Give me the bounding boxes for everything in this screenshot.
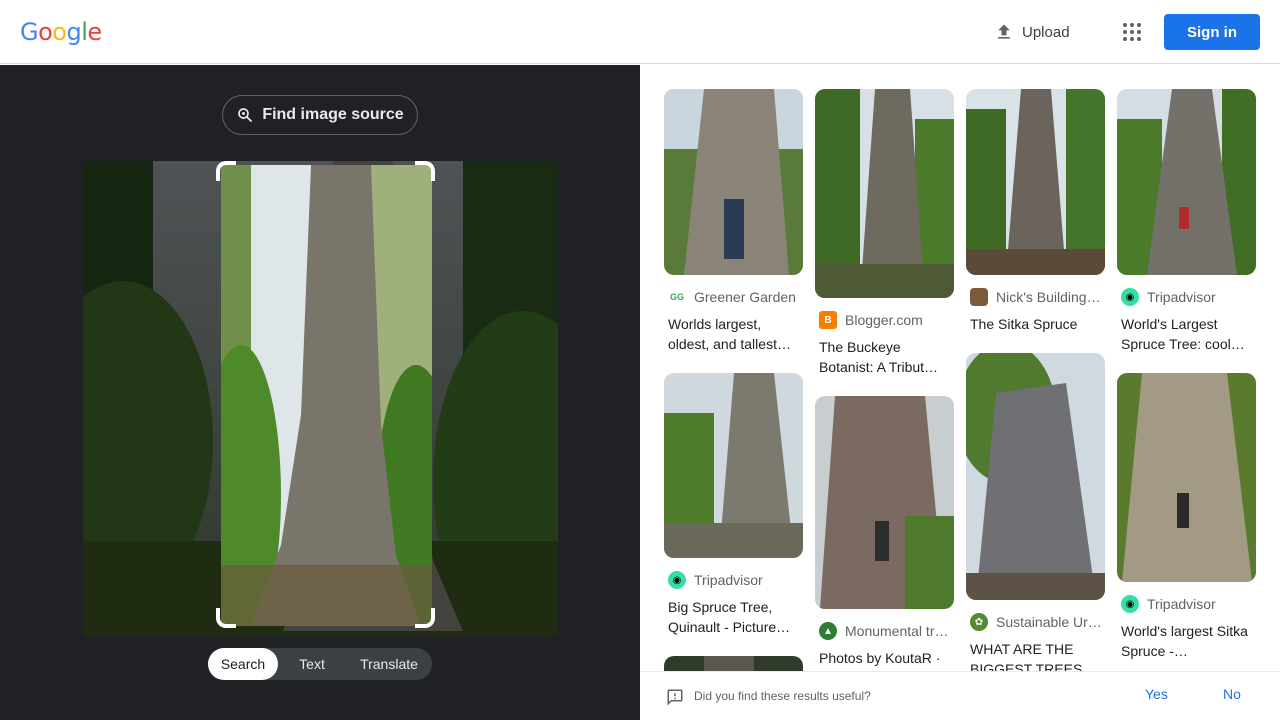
visual-matches-pane: GG Greener Garden Worlds largest, oldest… [640,65,1280,720]
result-title[interactable]: World's Largest Spruce Tree: cool… [1121,314,1255,354]
logo-letter: G [20,18,39,46]
upload-button[interactable]: Upload [982,14,1082,50]
result-card[interactable]: GG Greener Garden Worlds largest, oldest… [664,89,803,354]
greener-garden-icon: GG [669,292,684,302]
result-thumbnail[interactable] [1117,89,1256,275]
tripadvisor-icon: ◉ [1121,595,1139,613]
logo-letter: g [66,18,82,46]
google-logo[interactable]: Google [20,18,102,46]
upload-label: Upload [1022,23,1070,41]
uploaded-photo [83,161,558,636]
result-title[interactable]: World's largest Sitka Spruce -… [1121,621,1255,661]
crop-handle-top-right[interactable] [415,161,435,181]
result-card[interactable]: ✿ Sustainable Ur… WHAT ARE THE BIGGEST T… [966,353,1105,679]
feedback-yes-button[interactable]: Yes [1145,686,1168,702]
lens-search-icon [238,108,253,122]
result-thumbnail[interactable] [664,89,803,275]
crop-handle-bottom-left[interactable] [216,608,236,628]
nicks-building-icon [970,288,988,306]
result-source: ◉ Tripadvisor [1121,288,1256,306]
result-card[interactable]: B Blogger.com The Buckeye Botanist: A Tr… [815,89,954,377]
result-title[interactable]: The Sitka Spruce [970,314,1104,334]
tripadvisor-icon: ◉ [1121,288,1139,306]
feedback-icon [667,689,683,706]
crop-handle-top-left[interactable] [216,161,236,181]
result-source: Nick's Building… [970,288,1105,306]
result-title[interactable]: Worlds largest, oldest, and tallest… [668,314,802,354]
tab-text[interactable]: Text [278,648,346,680]
feedback-no-button[interactable]: No [1223,686,1241,702]
top-bar: Google Upload Sign in [0,0,1280,64]
find-image-source-button[interactable]: Find image source [222,95,418,135]
crop-selection-area[interactable] [221,165,432,626]
result-source: ◉ Tripadvisor [668,571,803,589]
sign-in-button[interactable]: Sign in [1164,14,1260,50]
logo-letter: e [87,18,102,46]
result-card[interactable]: ▲ Monumental tr… Photos by KoutaR · [815,396,954,668]
feedback-question: Did you find these results useful? [694,689,871,703]
result-card[interactable]: ◉ Tripadvisor World's Largest Spruce Tre… [1117,89,1256,354]
result-title[interactable]: Big Spruce Tree, Quinault - Picture… [668,597,802,637]
crop-handle-bottom-right[interactable] [415,608,435,628]
result-thumbnail[interactable] [966,89,1105,275]
upload-icon [998,24,1010,39]
apps-grid-icon [1123,23,1141,41]
result-card[interactable]: Nick's Building… The Sitka Spruce [966,89,1105,334]
result-source: ◉ Tripadvisor [1121,595,1256,613]
result-source: B Blogger.com [819,311,954,329]
find-image-source-label: Find image source [262,106,404,123]
google-apps-button[interactable] [1114,14,1150,50]
result-thumbnail[interactable] [664,373,803,558]
result-source: ▲ Monumental tr… [819,622,954,640]
feedback-bar: Did you find these results useful? Yes N… [640,671,1280,720]
logo-letter: o [38,18,53,46]
sustainable-urban-icon: ✿ [970,613,988,631]
logo-letter: o [52,18,67,46]
blogger-icon: B [819,311,837,329]
lens-image-pane: Find image source Search Text Translate [0,65,640,720]
tab-translate[interactable]: Translate [346,648,432,680]
lens-mode-tabs: Search Text Translate [208,648,432,680]
result-thumbnail[interactable] [966,353,1105,600]
result-title[interactable]: The Buckeye Botanist: A Tribut… [819,337,953,377]
result-source: GG Greener Garden [669,289,796,305]
result-thumbnail[interactable] [815,89,954,298]
result-thumbnail[interactable] [1117,373,1256,582]
result-card[interactable]: ◉ Tripadvisor Big Spruce Tree, Quinault … [664,373,803,637]
result-thumbnail[interactable] [815,396,954,609]
result-source: ✿ Sustainable Ur… [970,613,1105,631]
tab-search[interactable]: Search [208,648,278,680]
monumental-trees-icon: ▲ [819,622,837,640]
result-card[interactable]: ◉ Tripadvisor World's largest Sitka Spru… [1117,373,1256,661]
tripadvisor-icon: ◉ [668,571,686,589]
result-title[interactable]: Photos by KoutaR · [819,648,953,668]
